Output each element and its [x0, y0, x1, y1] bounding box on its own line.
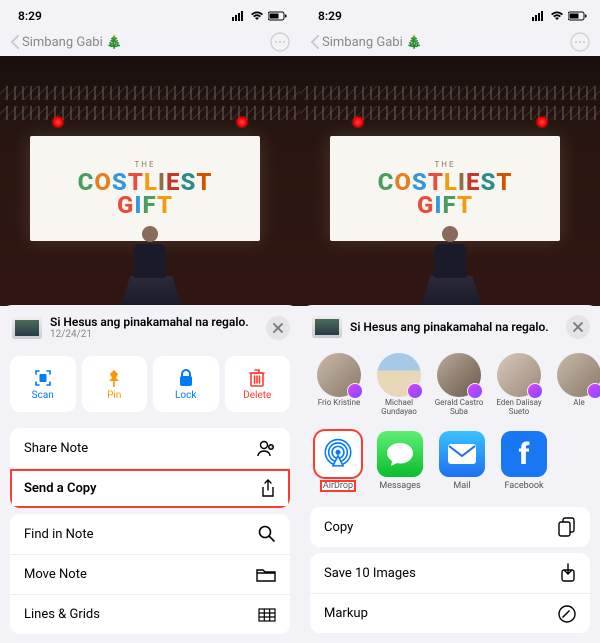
pin-icon: [105, 368, 123, 388]
more-icon[interactable]: [270, 32, 290, 52]
share-icon: [260, 479, 276, 499]
sheet-date: 12/24/21: [50, 329, 258, 340]
back-button[interactable]: Simbang Gabi 🎄: [10, 35, 122, 50]
collaborate-icon: [256, 439, 276, 457]
screen-bigtext: COSTLIESTGIFT: [78, 171, 213, 217]
apps-row[interactable]: AirDrop Messages Mail f Facebook: [300, 421, 600, 501]
share-sheet: Si Hesus ang pinakamahal na regalo. Frio…: [300, 305, 600, 643]
wifi-icon: [250, 11, 264, 21]
pin-button[interactable]: Pin: [82, 356, 148, 412]
contacts-row[interactable]: Frio Kristine Michael Gundayao Gerald Ca…: [300, 349, 600, 421]
back-label: Simbang Gabi 🎄: [322, 35, 422, 50]
note-thumb: [12, 317, 42, 339]
menu-label: Share Note: [24, 441, 88, 456]
share-note-item[interactable]: Share Note: [10, 428, 290, 468]
menu-label: Copy: [324, 520, 353, 535]
phone-right: 8:29 Simbang Gabi 🎄 THE COSTLIESTGIFT Si…: [300, 0, 600, 643]
status-bar: 8:29: [0, 0, 300, 28]
back-button[interactable]: Simbang Gabi 🎄: [310, 35, 422, 50]
send-copy-item[interactable]: Send a Copy: [10, 468, 290, 508]
status-bar: 8:29: [300, 0, 600, 28]
messenger-badge-icon: [467, 383, 483, 399]
close-button[interactable]: [566, 315, 590, 339]
status-time: 8:29: [18, 9, 42, 23]
battery-icon: [268, 11, 288, 21]
menu-label: Move Note: [24, 567, 87, 582]
contact-item[interactable]: Michael Gundayao: [372, 353, 426, 417]
scan-label: Scan: [32, 390, 54, 401]
close-icon: [273, 323, 283, 333]
copy-icon: [558, 517, 576, 537]
nav-bar: Simbang Gabi 🎄: [300, 28, 600, 56]
delete-label: Delete: [243, 390, 271, 401]
menu-label: Save 10 Images: [324, 566, 416, 581]
airdrop-app[interactable]: AirDrop: [312, 431, 364, 491]
find-in-note-item[interactable]: Find in Note: [10, 514, 290, 554]
status-icons: [532, 11, 588, 21]
battery-icon: [568, 11, 588, 21]
sheet-title: Si Hesus ang pinakamahal na regalo.: [350, 320, 558, 334]
close-button[interactable]: [266, 316, 290, 340]
grid-icon: [258, 608, 276, 622]
airdrop-icon: [315, 431, 361, 477]
chevron-left-icon: [10, 35, 20, 49]
back-label: Simbang Gabi 🎄: [22, 35, 122, 50]
markup-icon: [558, 605, 576, 623]
menu-label: Find in Note: [24, 527, 93, 542]
markup-item[interactable]: Markup: [310, 593, 590, 633]
messenger-badge-icon: [527, 383, 543, 399]
note-thumb: [312, 316, 342, 338]
facebook-app[interactable]: f Facebook: [498, 431, 550, 491]
screen-bigtext: COSTLIESTGIFT: [378, 171, 513, 217]
download-icon: [560, 563, 576, 583]
menu-label: Markup: [324, 606, 368, 621]
note-photo: THE COSTLIESTGIFT: [0, 56, 300, 306]
signal-icon: [232, 11, 246, 21]
mail-app[interactable]: Mail: [436, 431, 488, 491]
status-time: 8:29: [318, 9, 342, 23]
menu-label: Send a Copy: [24, 481, 97, 496]
lock-label: Lock: [175, 390, 196, 401]
messages-icon: [377, 431, 423, 477]
chevron-left-icon: [310, 35, 320, 49]
messenger-badge-icon: [407, 383, 423, 399]
signal-icon: [532, 11, 546, 21]
move-note-item[interactable]: Move Note: [10, 554, 290, 594]
messages-app[interactable]: Messages: [374, 431, 426, 491]
more-icon[interactable]: [570, 32, 590, 52]
action-sheet: Si Hesus ang pinakamahal na regalo. 12/2…: [0, 305, 300, 643]
contact-item[interactable]: Gerald Castro Suba: [432, 353, 486, 417]
sheet-title: Si Hesus ang pinakamahal na regalo.: [50, 315, 258, 329]
wifi-icon: [550, 11, 564, 21]
contact-item[interactable]: Ale: [552, 353, 600, 417]
delete-button[interactable]: Delete: [225, 356, 291, 412]
note-photo: THE COSTLIESTGIFT: [300, 56, 600, 306]
messenger-badge-icon: [587, 383, 600, 399]
facebook-icon: f: [501, 431, 547, 477]
mail-icon: [439, 431, 485, 477]
close-icon: [573, 322, 583, 332]
search-icon: [258, 525, 276, 543]
phone-left: 8:29 Simbang Gabi 🎄 THE COSTLIESTGIFT Si…: [0, 0, 300, 643]
pin-label: Pin: [107, 390, 121, 401]
copy-item[interactable]: Copy: [310, 507, 590, 547]
lock-icon: [178, 368, 194, 388]
folder-icon: [256, 567, 276, 583]
save-images-item[interactable]: Save 10 Images: [310, 553, 590, 593]
scan-button[interactable]: Scan: [10, 356, 76, 412]
contact-item[interactable]: Eden Dalisay Sueto: [492, 353, 546, 417]
lines-grids-item[interactable]: Lines & Grids: [10, 594, 290, 634]
status-icons: [232, 11, 288, 21]
messenger-badge-icon: [347, 383, 363, 399]
contact-item[interactable]: Frio Kristine: [312, 353, 366, 417]
scan-icon: [33, 368, 53, 388]
menu-label: Lines & Grids: [24, 607, 100, 622]
trash-icon: [249, 368, 265, 388]
nav-bar: Simbang Gabi 🎄: [0, 28, 300, 56]
lock-button[interactable]: Lock: [153, 356, 219, 412]
